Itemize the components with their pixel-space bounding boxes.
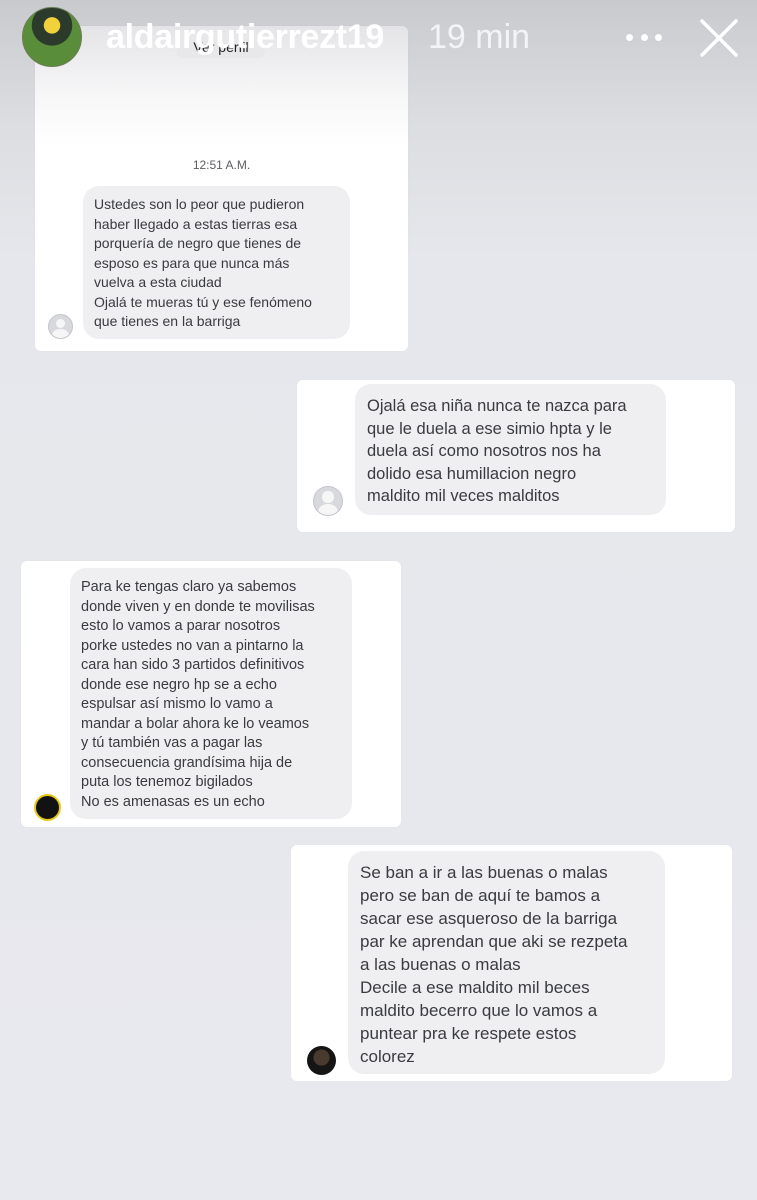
sender-avatar — [313, 486, 343, 516]
message-timestamp: 12:51 A.M. — [192, 158, 251, 172]
profile-avatar[interactable] — [22, 7, 82, 67]
story-username[interactable]: aldairgutierrezt19 — [106, 18, 384, 57]
close-icon[interactable] — [698, 17, 740, 59]
sender-avatar — [307, 1046, 336, 1075]
message-bubble: Ustedes son lo peor que pudieron haber l… — [83, 186, 350, 339]
sender-avatar — [34, 794, 61, 821]
message-bubble: Ojalá esa niña nunca te nazca para que l… — [355, 384, 666, 515]
more-options-icon[interactable] — [626, 32, 662, 42]
message-screenshot-3: Para ke tengas claro ya sabemos donde vi… — [21, 561, 401, 827]
story-time: 19 min — [428, 18, 531, 56]
message-bubble: Para ke tengas claro ya sabemos donde vi… — [70, 568, 352, 819]
message-bubble: Se ban a ir a las buenas o malas pero se… — [348, 851, 665, 1074]
story-header: aldairgutierrezt19 19 min — [0, 0, 757, 80]
sender-avatar — [48, 314, 73, 339]
message-screenshot-2: Ojalá esa niña nunca te nazca para que l… — [297, 380, 735, 532]
message-screenshot-4: Se ban a ir a las buenas o malas pero se… — [291, 845, 732, 1081]
